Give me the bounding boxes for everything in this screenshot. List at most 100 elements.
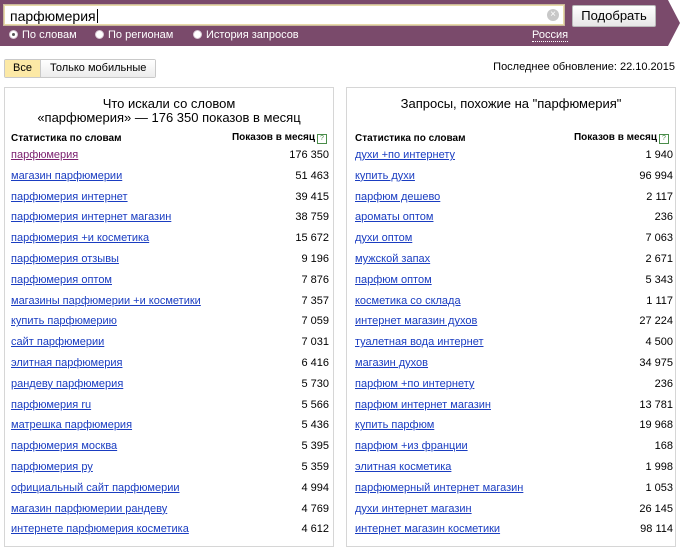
- impressions-count: 168: [654, 440, 673, 453]
- submit-button[interactable]: Подобрать: [572, 5, 656, 27]
- impressions-count: 4 612: [301, 523, 329, 536]
- impressions-count: 27 224: [639, 315, 673, 328]
- keyword-link[interactable]: парфюм интернет магазин: [355, 399, 491, 411]
- keyword-link[interactable]: сайт парфюмерии: [11, 336, 104, 348]
- keyword-link[interactable]: мужской запах: [355, 253, 430, 265]
- keyword-link[interactable]: магазин парфюмерии рандеву: [11, 503, 167, 515]
- table-row: магазины парфюмерии +и косметики 7 357: [9, 291, 329, 312]
- keyword-link[interactable]: парфюмерия +и косметика: [11, 232, 149, 244]
- keyword-link[interactable]: духи интернет магазин: [355, 503, 472, 515]
- keyword-link[interactable]: парфюмерия интернет: [11, 191, 128, 203]
- keyword-link[interactable]: купить парфюмерию: [11, 315, 117, 327]
- table-row: парфюмерия 176 350: [9, 145, 329, 166]
- table-row: парфюм +по интернету 236: [353, 374, 673, 395]
- region-link[interactable]: Россия: [532, 29, 569, 42]
- impressions-count: 236: [654, 211, 673, 224]
- table-row: парфюмерия оптом 7 876: [9, 270, 329, 291]
- keyword-link[interactable]: парфюмерия оптом: [11, 274, 112, 286]
- keyword-link[interactable]: парфюмерия: [11, 149, 78, 161]
- radio-icon[interactable]: [193, 30, 202, 39]
- table-row: ароматы оптом 236: [353, 207, 673, 228]
- table-row: мужской запах 2 671: [353, 249, 673, 270]
- table-row: парфюмерия ру 5 359: [9, 457, 329, 478]
- clear-icon[interactable]: ×: [547, 9, 559, 21]
- keyword-link[interactable]: духи +по интернету: [355, 149, 455, 161]
- radio-selected-icon[interactable]: [9, 30, 18, 39]
- keyword-link[interactable]: рандеву парфюмерия: [11, 378, 123, 390]
- table-row: парфюмерия ru 5 566: [9, 395, 329, 416]
- keyword-link[interactable]: парфюм дешево: [355, 191, 440, 203]
- right-col-count: Показов в месяц?: [574, 132, 669, 144]
- impressions-count: 2 671: [645, 253, 673, 265]
- radio-icon[interactable]: [95, 30, 104, 39]
- keyword-link[interactable]: парфюмерия интернет магазин: [11, 211, 171, 223]
- impressions-count: 6 416: [301, 357, 329, 369]
- impressions-count: 9 196: [301, 253, 329, 265]
- impressions-count: 7 063: [645, 232, 673, 245]
- table-row: парфюмерный интернет магазин 1 053: [353, 478, 673, 499]
- help-icon[interactable]: ?: [659, 134, 669, 144]
- keyword-link[interactable]: парфюмерный интернет магазин: [355, 482, 523, 494]
- table-row: парфюмерия интернет магазин 38 759: [9, 207, 329, 228]
- keyword-link[interactable]: магазины парфюмерии +и косметики: [11, 295, 201, 307]
- help-icon[interactable]: ?: [317, 134, 327, 144]
- keyword-link[interactable]: элитная косметика: [355, 461, 451, 473]
- search-input-value[interactable]: парфюмерия: [10, 8, 98, 24]
- keyword-link[interactable]: парфюмерия отзывы: [11, 253, 119, 265]
- keyword-link[interactable]: купить парфюм: [355, 419, 434, 431]
- impressions-count: 7 031: [301, 336, 329, 349]
- table-row: матрешка парфюмерия 5 436: [9, 415, 329, 436]
- table-row: парфюм оптом 5 343: [353, 270, 673, 291]
- header-arrow: [668, 0, 680, 46]
- impressions-count: 2 117: [646, 190, 673, 203]
- table-row: духи +по интернету 1 940: [353, 145, 673, 166]
- keyword-link[interactable]: магазин духов: [355, 357, 428, 369]
- impressions-count: 1 940: [645, 149, 673, 161]
- table-row: официальный сайт парфюмерии 4 994: [9, 478, 329, 499]
- impressions-count: 5 395: [301, 440, 329, 453]
- impressions-count: 5 359: [301, 461, 329, 473]
- right-col-keyword: Статистика по словам: [355, 133, 466, 144]
- keyword-link[interactable]: магазин парфюмерии: [11, 170, 122, 182]
- keyword-link[interactable]: купить духи: [355, 170, 415, 182]
- impressions-count: 34 975: [639, 357, 673, 369]
- keyword-link[interactable]: парфюм +по интернету: [355, 378, 474, 390]
- filter-mobile-button[interactable]: Только мобильные: [40, 60, 156, 77]
- mode-by-words[interactable]: По словам: [9, 29, 77, 41]
- keyword-link[interactable]: духи оптом: [355, 232, 412, 244]
- table-row: элитная парфюмерия 6 416: [9, 353, 329, 374]
- table-row: интернете парфюмерия косметика 4 612: [9, 519, 329, 540]
- table-row: магазин парфюмерии рандеву 4 769: [9, 499, 329, 520]
- keyword-link[interactable]: интернет магазин духов: [355, 315, 477, 327]
- last-updated: Последнее обновление: 22.10.2015: [493, 61, 675, 73]
- keyword-link[interactable]: парфюмерия ru: [11, 399, 91, 411]
- mode-history[interactable]: История запросов: [193, 29, 299, 41]
- filter-all-button[interactable]: Все: [5, 60, 41, 77]
- impressions-count: 236: [654, 377, 673, 390]
- impressions-count: 15 672: [295, 232, 329, 245]
- keyword-link[interactable]: парфюмерия москва: [11, 440, 117, 452]
- table-row: интернет магазин духов 27 224: [353, 311, 673, 332]
- impressions-count: 5 436: [301, 419, 329, 432]
- mode-by-regions[interactable]: По регионам: [95, 29, 173, 41]
- keyword-link[interactable]: косметика со склада: [355, 295, 461, 307]
- impressions-count: 13 781: [639, 398, 673, 411]
- keyword-link[interactable]: ароматы оптом: [355, 211, 433, 223]
- table-row: купить духи 96 994: [353, 166, 673, 187]
- impressions-count: 7 357: [301, 294, 329, 307]
- keyword-link[interactable]: матрешка парфюмерия: [11, 419, 132, 431]
- keyword-link[interactable]: интернет магазин косметики: [355, 523, 500, 535]
- table-row: парфюмерия интернет 39 415: [9, 187, 329, 208]
- keyword-link[interactable]: парфюм оптом: [355, 274, 432, 286]
- keyword-link[interactable]: интернете парфюмерия косметика: [11, 523, 189, 535]
- left-panel-title: Что искали со словом: [102, 96, 236, 111]
- keyword-link[interactable]: туалетная вода интернет: [355, 336, 484, 348]
- search-input[interactable]: парфюмерия ×: [3, 4, 565, 26]
- table-row: элитная косметика 1 998: [353, 457, 673, 478]
- keyword-link[interactable]: парфюмерия ру: [11, 461, 93, 473]
- table-row: купить парфюмерию 7 059: [9, 311, 329, 332]
- keyword-link[interactable]: элитная парфюмерия: [11, 357, 122, 369]
- left-col-count: Показов в месяц?: [232, 132, 327, 144]
- keyword-link[interactable]: официальный сайт парфюмерии: [11, 482, 180, 494]
- keyword-link[interactable]: парфюм +из франции: [355, 440, 468, 452]
